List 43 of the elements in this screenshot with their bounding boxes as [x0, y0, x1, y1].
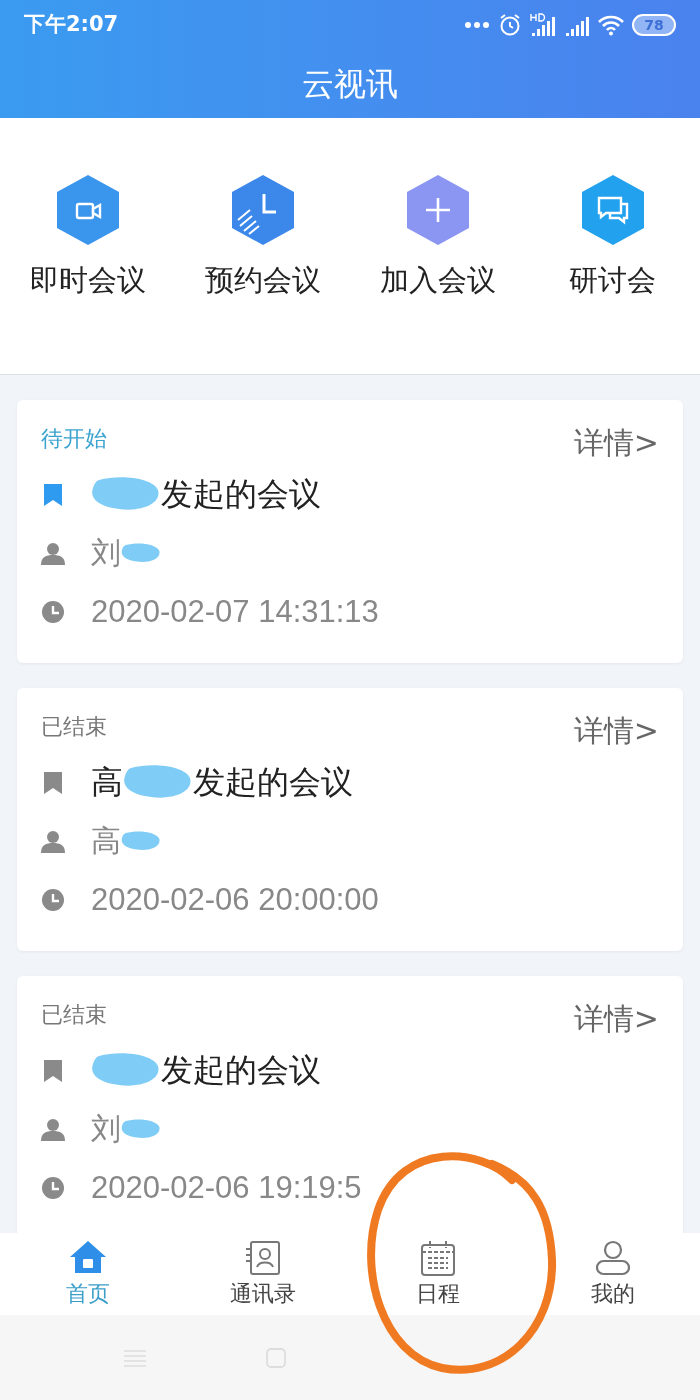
- quick-action-button[interactable]: 研讨会: [525, 118, 700, 374]
- nav-tab[interactable]: 我的: [525, 1233, 700, 1315]
- meeting-time: 2020-02-07 14:31:13: [91, 596, 379, 627]
- meeting-status: 待开始: [41, 428, 107, 450]
- details-link[interactable]: 详情>: [573, 716, 659, 746]
- app-title: 云视讯: [302, 64, 398, 105]
- redaction-mark: [91, 1051, 161, 1088]
- meeting-card[interactable]: 待开始 详情> 发起的会议 刘 2020-02-07 14:31:13: [17, 400, 683, 663]
- meeting-card[interactable]: 已结束 详情> 高 发起的会议 高 2020-02-06 20:00:00: [17, 688, 683, 951]
- more-dots-icon: [464, 21, 490, 29]
- redaction-mark: [123, 763, 193, 800]
- clock-icon: [41, 599, 65, 624]
- wifi-icon: [598, 14, 624, 36]
- details-link[interactable]: 详情>: [573, 428, 659, 458]
- person-icon: [41, 828, 65, 853]
- battery-indicator: 78: [632, 14, 676, 36]
- status-time: 下午2:07: [24, 11, 119, 39]
- meeting-host: 刘: [91, 537, 121, 568]
- signal-hd-icon: [530, 13, 556, 37]
- person-icon: [41, 1116, 65, 1141]
- meeting-status: 已结束: [41, 1004, 107, 1026]
- redaction-mark: [91, 475, 161, 512]
- nav-tab[interactable]: 日程: [350, 1233, 525, 1315]
- clock-icon: [41, 887, 65, 912]
- meeting-title: 发起的会议: [161, 477, 321, 510]
- quick-action-button[interactable]: 即时会议: [0, 118, 175, 374]
- alarm-icon: [498, 13, 522, 37]
- quick-action-button[interactable]: 加入会议: [350, 118, 525, 374]
- meeting-card[interactable]: 已结束 详情> 发起的会议 刘 2020-02-06 19:19:5: [17, 976, 683, 1233]
- details-link[interactable]: 详情>: [573, 1004, 659, 1034]
- meeting-time: 2020-02-06 19:19:5: [91, 1172, 362, 1203]
- quick-action-button[interactable]: 预约会议: [175, 118, 350, 374]
- meeting-time: 2020-02-06 20:00:00: [91, 884, 379, 915]
- nav-tab[interactable]: 通讯录: [175, 1233, 350, 1315]
- home-button-icon[interactable]: [266, 1347, 286, 1368]
- meeting-title: 发起的会议: [161, 1053, 321, 1086]
- meeting-host: 高: [91, 825, 121, 856]
- meeting-title: 发起的会议: [193, 765, 353, 798]
- meeting-status: 已结束: [41, 716, 107, 738]
- meeting-host: 刘: [91, 1113, 121, 1144]
- clock-icon: [41, 1175, 65, 1200]
- person-icon: [41, 540, 65, 565]
- meeting-title: 高: [91, 765, 123, 798]
